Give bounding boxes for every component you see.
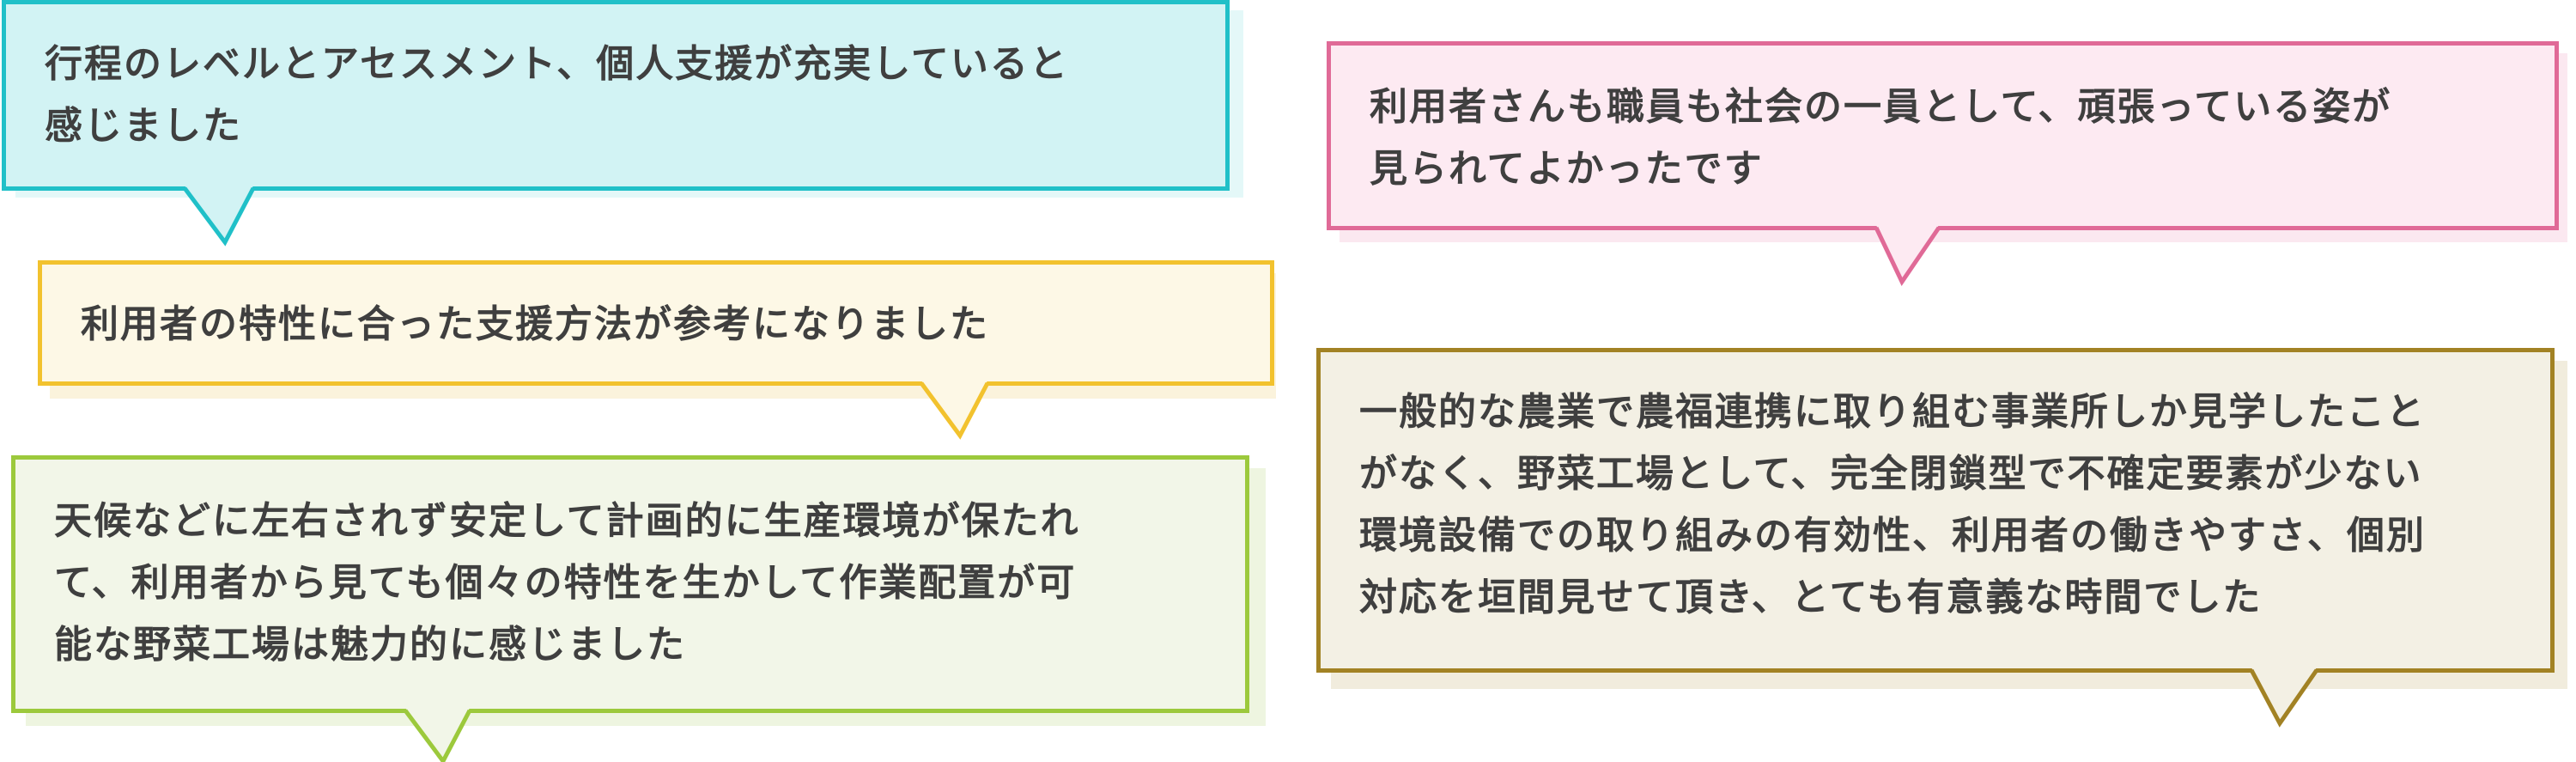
comment-tail-5 bbox=[2249, 668, 2319, 728]
